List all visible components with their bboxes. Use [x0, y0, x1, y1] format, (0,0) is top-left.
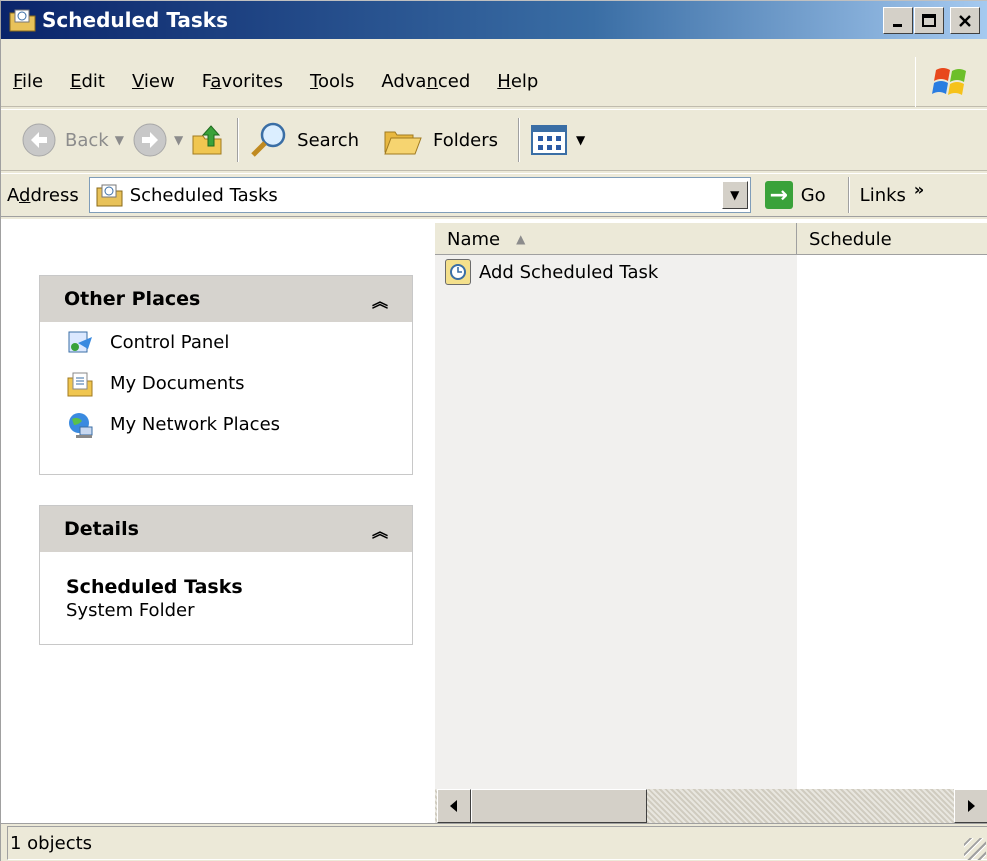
collapse-chevron-icon[interactable]: ︽ — [372, 288, 388, 312]
address-dropdown-button[interactable]: ▼ — [721, 181, 748, 209]
collapse-chevron-icon[interactable]: ︽ — [372, 518, 388, 542]
details-panel: Details ︽ Scheduled Tasks System Folder — [39, 505, 413, 645]
menu-bar: File Edit View Favorites Tools Advanced … — [1, 57, 987, 107]
menu-tools[interactable]: Tools — [310, 71, 354, 92]
close-button[interactable] — [950, 7, 980, 34]
address-label: Address — [7, 184, 79, 206]
place-my-network-places[interactable]: My Network Places — [40, 404, 412, 445]
toolbar-separator — [237, 118, 240, 162]
horizontal-scrollbar[interactable] — [435, 789, 987, 823]
maximize-icon — [922, 13, 936, 27]
network-places-icon — [69, 412, 93, 438]
address-bar: Address Scheduled Tasks ▼ → Go Links» — [1, 173, 987, 217]
chevron-down-icon: ▼ — [730, 188, 740, 202]
back-arrow-icon — [22, 123, 56, 157]
toolbar-separator — [847, 177, 850, 213]
standard-toolbar: Back ▼ ▼ Search Folders ▼ — [1, 109, 987, 171]
other-places-panel: Other Places ︽ Control Panel My Document… — [39, 275, 413, 475]
minimize-button[interactable] — [883, 7, 913, 34]
up-button[interactable] — [191, 115, 227, 165]
menu-advanced[interactable]: Advanced — [381, 71, 470, 92]
views-button[interactable]: ▼ — [530, 115, 593, 165]
chevron-right-icon: » — [913, 179, 925, 199]
sort-ascending-icon: ▲ — [516, 232, 526, 246]
add-task-icon — [445, 259, 471, 285]
control-panel-icon — [68, 331, 92, 352]
back-button[interactable]: Back ▼ — [21, 115, 132, 165]
minimize-icon — [893, 23, 902, 27]
column-header-name[interactable]: Name ▲ — [435, 223, 797, 255]
status-bar: 1 objects — [1, 823, 987, 861]
folders-button[interactable]: Folders — [383, 115, 498, 165]
file-list-view[interactable]: Name ▲ Schedule Add Scheduled Task — [435, 219, 987, 823]
scroll-left-button[interactable] — [437, 789, 471, 823]
list-item[interactable]: Add Scheduled Task — [445, 257, 658, 287]
forward-arrow-icon — [133, 123, 167, 157]
address-value: Scheduled Tasks — [129, 184, 278, 206]
search-magnifier-icon — [251, 122, 286, 157]
menu-view[interactable]: View — [132, 71, 175, 92]
close-icon — [959, 14, 971, 27]
views-icon — [531, 125, 568, 155]
go-button[interactable]: → Go — [764, 181, 826, 209]
menu-file[interactable]: File — [13, 71, 43, 92]
place-my-documents[interactable]: My Documents — [40, 363, 412, 404]
title-bar[interactable]: Scheduled Tasks — [1, 1, 987, 39]
forward-button[interactable]: ▼ — [132, 115, 191, 165]
resize-grip-icon[interactable] — [964, 838, 986, 860]
details-type: System Folder — [66, 600, 195, 621]
task-pane: Other Places ︽ Control Panel My Document… — [1, 219, 435, 823]
arrow-left-icon — [450, 800, 457, 812]
column-header-schedule[interactable]: Schedule — [797, 223, 987, 255]
status-text: 1 objects — [10, 832, 93, 854]
explorer-window: Scheduled Tasks File Edit View Favorites… — [0, 0, 987, 861]
go-arrow-icon: → — [764, 181, 793, 209]
menu-favorites[interactable]: Favorites — [202, 71, 283, 92]
scheduled-tasks-folder-icon — [9, 7, 37, 33]
details-name: Scheduled Tasks — [66, 576, 243, 598]
windows-logo-icon — [915, 57, 987, 107]
back-dropdown-icon[interactable]: ▼ — [115, 133, 124, 147]
scrollbar-thumb[interactable] — [471, 789, 647, 823]
status-panel: 1 objects — [7, 826, 987, 860]
links-button[interactable]: Links» — [860, 180, 925, 206]
address-input[interactable]: Scheduled Tasks ▼ — [88, 177, 751, 213]
maximize-button[interactable] — [914, 7, 944, 34]
up-folder-icon — [192, 125, 222, 155]
scheduled-tasks-folder-icon — [96, 184, 123, 207]
toolbar-separator — [518, 118, 521, 162]
column-header-bar: Name ▲ Schedule — [435, 223, 987, 255]
window-title: Scheduled Tasks — [42, 8, 228, 32]
views-dropdown-icon[interactable]: ▼ — [576, 133, 585, 147]
search-button[interactable]: Search — [249, 115, 359, 165]
place-control-panel[interactable]: Control Panel — [40, 322, 412, 363]
folders-icon — [384, 131, 422, 155]
menu-edit[interactable]: Edit — [70, 71, 105, 92]
menu-help[interactable]: Help — [497, 71, 538, 92]
scroll-right-button[interactable] — [954, 789, 987, 823]
details-header[interactable]: Details ︽ — [40, 506, 412, 552]
forward-dropdown-icon[interactable]: ▼ — [174, 133, 183, 147]
other-places-header[interactable]: Other Places ︽ — [40, 276, 412, 322]
my-documents-icon — [67, 372, 93, 396]
arrow-right-icon — [968, 800, 975, 812]
sorted-column-highlight — [435, 255, 797, 789]
